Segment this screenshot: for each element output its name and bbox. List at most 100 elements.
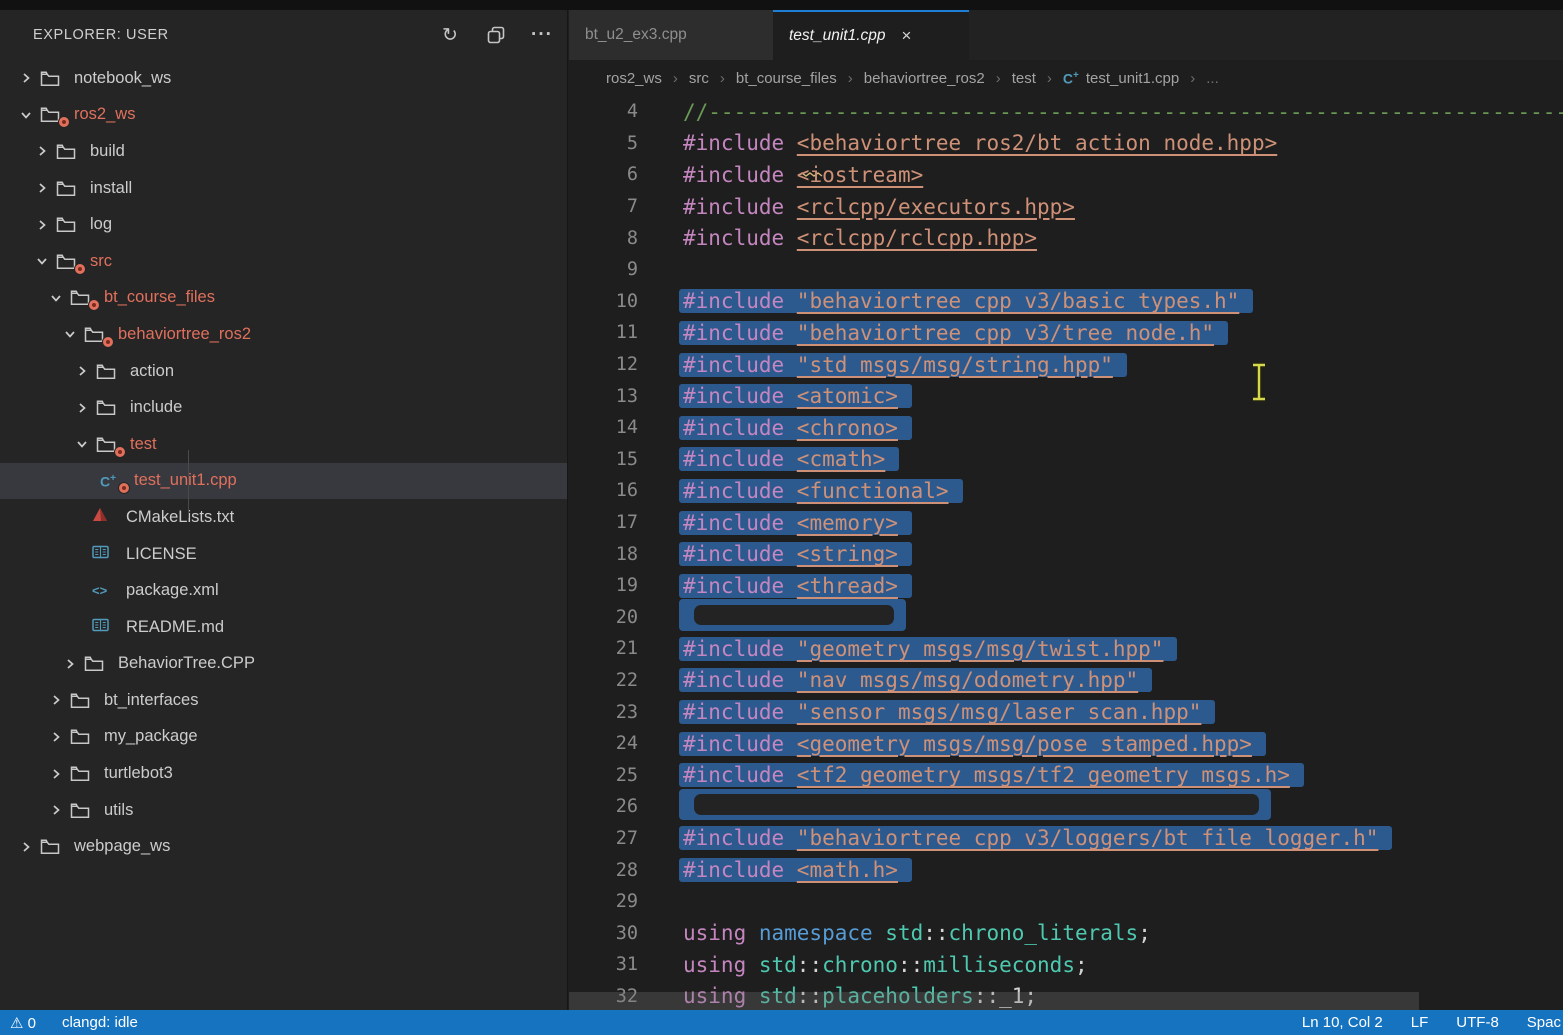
- token: "sensor_msgs/msg/laser_scan.hpp": [797, 700, 1202, 724]
- code-line-18[interactable]: 18#include <string>: [569, 538, 1563, 570]
- breadcrumb-item-bt-course-files[interactable]: bt_course_files: [736, 70, 837, 87]
- breadcrumb-item--[interactable]: ...: [1206, 70, 1219, 87]
- encoding-indicator[interactable]: UTF-8: [1456, 1014, 1499, 1031]
- tree-item-src[interactable]: src: [0, 243, 567, 280]
- code-line-11[interactable]: 11#include "behaviortree_cpp_v3/tree_nod…: [569, 317, 1563, 349]
- clangd-status[interactable]: clangd: idle: [62, 1014, 138, 1031]
- code-line-14[interactable]: 14#include <chrono>: [569, 412, 1563, 444]
- tree-item-webpage-ws[interactable]: webpage_ws: [0, 828, 567, 865]
- code-line-10[interactable]: 10#include "behaviortree_cpp_v3/basic_ty…: [569, 286, 1563, 318]
- token: #include: [683, 637, 797, 661]
- code-line-22[interactable]: 22#include "nav_msgs/msg/odometry.hpp": [569, 665, 1563, 697]
- breadcrumb-item-behaviortree-ros2[interactable]: behaviortree_ros2: [864, 70, 985, 87]
- tree-item-turtlebot3[interactable]: turtlebot3: [0, 755, 567, 792]
- tree-item-label: bt_course_files: [104, 288, 215, 307]
- tab-test-unit1-cpp[interactable]: test_unit1.cpp×: [773, 10, 969, 60]
- chevron-down-icon: [35, 254, 49, 268]
- token: <functional>: [797, 479, 949, 503]
- error-badge: [74, 263, 86, 275]
- tree-item-utils[interactable]: utils: [0, 792, 567, 829]
- code-line-13[interactable]: 13#include <atomic>: [569, 380, 1563, 412]
- tree-item-action[interactable]: action: [0, 353, 567, 390]
- tree-item-label: bt_interfaces: [104, 691, 198, 710]
- tree-item-license[interactable]: LICENSE: [0, 536, 567, 573]
- tree-item-label: LICENSE: [126, 545, 197, 564]
- code-line-6[interactable]: 6#include <iostream>: [569, 159, 1563, 191]
- cursor-position[interactable]: Ln 10, Col 2: [1302, 1014, 1383, 1031]
- tree-item-behaviortree-cpp[interactable]: BehaviorTree.CPP: [0, 646, 567, 683]
- tree-item-include[interactable]: include: [0, 389, 567, 426]
- breadcrumb-item-test[interactable]: test: [1012, 70, 1036, 87]
- more-actions-button[interactable]: ···: [531, 24, 553, 46]
- refresh-explorer-button[interactable]: ↻: [439, 24, 461, 46]
- token: namespace: [759, 921, 885, 945]
- code-line-4[interactable]: 4//-------------------------------------…: [569, 96, 1563, 128]
- tree-item-behaviortree-ros2[interactable]: behaviortree_ros2: [0, 316, 567, 353]
- line-number: 26: [569, 796, 683, 817]
- tree-item-ros2-ws[interactable]: ros2_ws: [0, 97, 567, 134]
- tree-item-log[interactable]: log: [0, 206, 567, 243]
- code-editor[interactable]: 4//-------------------------------------…: [569, 96, 1563, 1010]
- tree-item-build[interactable]: build: [0, 133, 567, 170]
- folder-icon-slot: [70, 719, 104, 756]
- tree-item-package-xml[interactable]: <>package.xml: [0, 572, 567, 609]
- code-line-12[interactable]: 12#include "std_msgs/msg/string.hpp": [569, 349, 1563, 381]
- indentation-indicator[interactable]: Spac: [1527, 1014, 1561, 1031]
- cpp-icon: C+: [1063, 70, 1079, 87]
- line-number: 27: [569, 828, 683, 849]
- book-file-icon: [92, 545, 109, 564]
- code-line-9[interactable]: 9: [569, 254, 1563, 286]
- code-line-25[interactable]: 25#include <tf2_geometry_msgs/tf2_geomet…: [569, 759, 1563, 791]
- line-number: 6: [569, 164, 683, 185]
- code-line-27[interactable]: 27#include "behaviortree_cpp_v3/loggers/…: [569, 823, 1563, 855]
- code-line-17[interactable]: 17#include <memory>: [569, 507, 1563, 539]
- code-line-28[interactable]: 28#include <math.h>: [569, 854, 1563, 886]
- tree-item-test-unit1-cpp[interactable]: C+test_unit1.cpp: [0, 463, 567, 500]
- token: #include: [683, 353, 797, 377]
- ellipsis-icon: ···: [531, 24, 553, 46]
- breadcrumb-item-src[interactable]: src: [689, 70, 709, 87]
- code-line-24[interactable]: 24#include <geometry_msgs/msg/pose_stamp…: [569, 728, 1563, 760]
- breadcrumb-item-ros2-ws[interactable]: ros2_ws: [606, 70, 662, 87]
- eol-indicator[interactable]: LF: [1411, 1014, 1429, 1031]
- code-line-29[interactable]: 29: [569, 886, 1563, 918]
- tree-item-test[interactable]: test: [0, 426, 567, 463]
- chevron-down-icon: [63, 327, 77, 341]
- close-icon[interactable]: ×: [902, 26, 912, 46]
- code-line-16[interactable]: 16#include <functional>: [569, 475, 1563, 507]
- tree-item-my-package[interactable]: my_package: [0, 719, 567, 756]
- folder-icon-slot: [40, 828, 74, 865]
- tab-bt-u2-ex3-cpp[interactable]: bt_u2_ex3.cpp: [569, 10, 773, 60]
- tree-item-readme-md[interactable]: README.md: [0, 609, 567, 646]
- line-number: 12: [569, 354, 683, 375]
- line-content: #include <iostream>: [683, 163, 923, 187]
- line-number: 20: [569, 607, 683, 628]
- code-line-15[interactable]: 15#include <cmath>: [569, 444, 1563, 476]
- explorer-header: EXPLORER: USER ↻ ···: [0, 10, 567, 60]
- breadcrumb-item-test-unit1-cpp[interactable]: test_unit1.cpp: [1086, 70, 1179, 87]
- tree-item-cmakelists-txt[interactable]: CMakeLists.txt: [0, 499, 567, 536]
- tree-item-install[interactable]: install: [0, 170, 567, 207]
- code-line-31[interactable]: 31using std::chrono::milliseconds;: [569, 949, 1563, 981]
- code-line-7[interactable]: 7#include <rclcpp/executors.hpp>: [569, 191, 1563, 223]
- token: #include: [683, 479, 797, 503]
- code-line-5[interactable]: 5#include <behaviortree_ros2/bt_action_n…: [569, 128, 1563, 160]
- collapse-folders-button[interactable]: [485, 24, 507, 46]
- code-line-30[interactable]: 30using namespace std::chrono_literals;: [569, 917, 1563, 949]
- token: #include: [683, 384, 797, 408]
- folder-icon: [96, 363, 116, 380]
- code-line-19[interactable]: 19#include <thread>: [569, 570, 1563, 602]
- chevron-right: [56, 646, 84, 683]
- folder-icon: [70, 289, 90, 306]
- code-line-26[interactable]: 26: [569, 791, 1563, 823]
- token: #include: [683, 700, 797, 724]
- code-line-23[interactable]: 23#include "sensor_msgs/msg/laser_scan.h…: [569, 696, 1563, 728]
- problems-indicator[interactable]: ⚠ 0: [10, 1014, 36, 1032]
- tree-item-notebook-ws[interactable]: notebook_ws: [0, 60, 567, 97]
- code-line-21[interactable]: 21#include "geometry_msgs/msg/twist.hpp": [569, 633, 1563, 665]
- tree-item-bt-course-files[interactable]: bt_course_files: [0, 280, 567, 317]
- code-line-8[interactable]: 8#include <rclcpp/rclcpp.hpp>: [569, 222, 1563, 254]
- tree-item-bt-interfaces[interactable]: bt_interfaces: [0, 682, 567, 719]
- horizontal-scrollbar[interactable]: [569, 992, 1419, 1010]
- code-line-20[interactable]: 20: [569, 602, 1563, 634]
